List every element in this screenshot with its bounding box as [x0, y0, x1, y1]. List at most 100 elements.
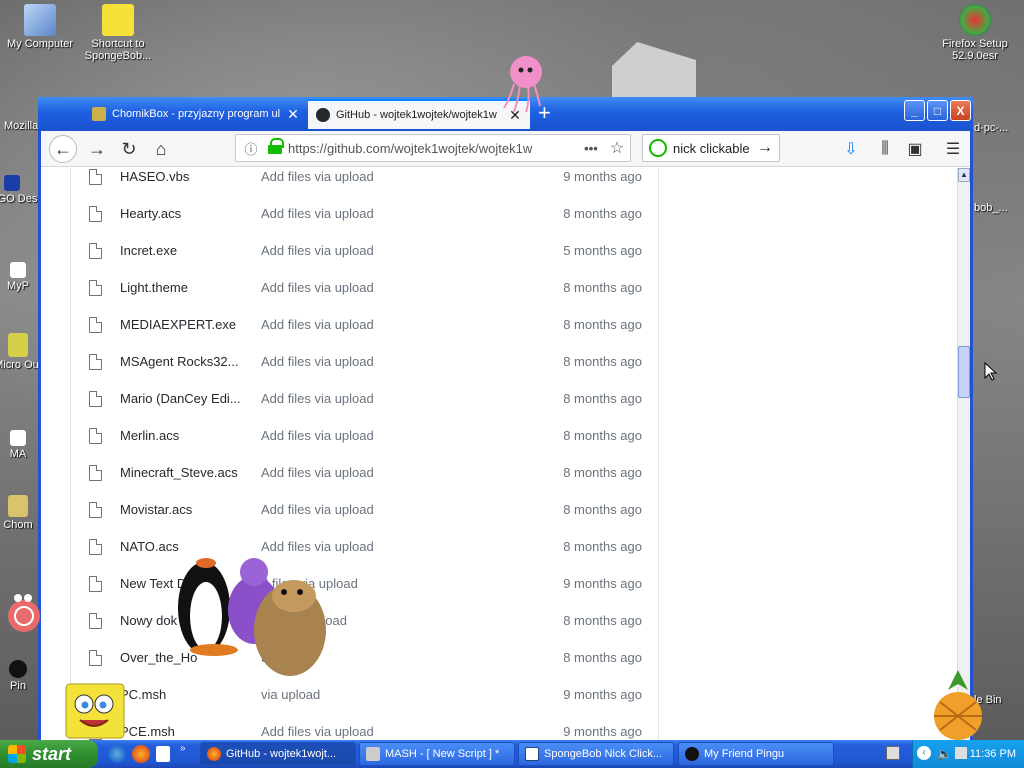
commit-age: 9 months ago [563, 576, 642, 591]
url-bar[interactable]: ⓘ https://github.com/wojtek1wojtek/wojte… [235, 134, 631, 162]
downloads-button[interactable]: ⇩ [837, 135, 865, 163]
maximize-button[interactable]: □ [927, 100, 948, 121]
quicklaunch-expand-icon[interactable]: » [180, 743, 186, 754]
sidebar-icon: ▣ [907, 141, 923, 158]
commit-message-link[interactable]: via upload [261, 687, 320, 702]
pineapple-house-icon[interactable] [930, 668, 986, 740]
search-text[interactable]: nick clickable [673, 141, 750, 156]
file-name-link[interactable]: Mario (DanCey Edi... [120, 391, 248, 406]
taskbar-button-mash[interactable]: MASH - [ New Script ] * [359, 742, 515, 766]
file-row[interactable]: PCE.msh Add files via upload 9 months ago [71, 713, 658, 740]
forward-button[interactable]: → [83, 135, 111, 163]
file-row[interactable]: PC.msh via upload 9 months ago [71, 676, 658, 713]
file-row[interactable]: HASEO.vbs Add files via upload 9 months ag… [71, 168, 658, 195]
desktop-icon-spongebob-shortcut[interactable]: Shortcut to SpongeBob... [78, 4, 158, 62]
file-row[interactable]: Over_the_Houpload8 months ago [71, 639, 658, 676]
sidebar-button[interactable]: ▣ [901, 135, 929, 163]
file-name-link[interactable]: PCE.msh [120, 724, 248, 739]
search-go-arrow-icon[interactable]: → [757, 139, 773, 157]
file-row[interactable]: Nowy dokfiles via upload8 months ago [71, 602, 658, 639]
search-engine-icon [649, 139, 667, 157]
close-button[interactable]: X [950, 100, 971, 121]
file-row[interactable]: MEDIAEXPERT.exe Add files via upload 8 mon… [71, 306, 658, 343]
scrollbar-thumb[interactable] [958, 346, 970, 398]
arrow-left-icon: ← [54, 138, 72, 159]
firefox-icon [207, 747, 221, 761]
file-row[interactable]: Incret.exe Add files via upload 5 months a… [71, 232, 658, 269]
commit-message-link[interactable]: Add files via upload [261, 391, 374, 406]
file-row[interactable]: New Text D... d files via upload 9 months … [71, 565, 658, 602]
file-icon [89, 168, 102, 185]
file-name-link[interactable]: PC.msh [120, 687, 248, 702]
tray-collapse-icon[interactable]: ‹ [917, 746, 931, 760]
commit-message-link[interactable]: Add files via upload [261, 724, 374, 739]
file-name-link[interactable]: MEDIAEXPERT.exe [120, 317, 248, 332]
back-button[interactable]: ← [49, 135, 77, 163]
jellyfish-agent[interactable] [496, 52, 548, 114]
tab-chomikbox[interactable]: ChomikBox - przyjazny program ul ✕ [84, 99, 308, 129]
home-button[interactable]: ⌂ [147, 135, 175, 163]
file-row[interactable]: NATO.acs Add files via upload 8 months ago [71, 528, 658, 565]
commit-message-link[interactable]: Add files via upload [261, 465, 374, 480]
commit-message-link[interactable]: Add files via upload [261, 206, 374, 221]
bookmark-star-icon[interactable]: ☆ [604, 138, 630, 158]
info-icon[interactable]: ⓘ [240, 139, 262, 158]
snail-agent[interactable] [4, 590, 44, 640]
scroll-up-arrow-icon[interactable]: ▲ [958, 168, 970, 182]
file-icon [89, 575, 102, 592]
ie-quicklaunch-icon[interactable] [108, 745, 126, 763]
commit-message-link[interactable]: Add files via upload [261, 317, 374, 332]
file-row[interactable]: MSAgent Rocks32... Add files via upload 8 … [71, 343, 658, 380]
library-button[interactable]: ⫼ [871, 135, 899, 163]
desktop-icon-my-computer[interactable]: My Computer [0, 4, 80, 50]
menu-button[interactable]: ☰ [939, 135, 967, 163]
keyboard-tray-icon[interactable] [886, 746, 900, 760]
tab-close-icon[interactable]: ✕ [286, 106, 300, 123]
chomik-favicon-icon [92, 107, 106, 121]
computer-icon [24, 4, 56, 36]
taskbar-button-github[interactable]: GitHub - wojtek1wojt... [200, 742, 356, 766]
taskbar-button-spongebob[interactable]: SpongeBob Nick Click... [518, 742, 674, 766]
commit-message-link[interactable]: Add files via upload [261, 502, 374, 517]
commit-message-link[interactable]: Add files via upload [261, 280, 374, 295]
commit-message-link[interactable]: Add files via upload [261, 428, 374, 443]
url-text[interactable]: https://github.com/wojtek1wojtek/wojtek1… [288, 141, 578, 156]
file-row[interactable]: Mario (DanCey Edi... Add files via upload… [71, 380, 658, 417]
arrow-right-icon: → [88, 138, 106, 159]
msagent-characters[interactable] [172, 536, 332, 686]
clock[interactable]: 11:36 PM [970, 748, 1016, 760]
volume-icon[interactable]: 🔈 [937, 747, 952, 761]
commit-message-link[interactable]: Add files via upload [261, 354, 374, 369]
commit-message-link[interactable]: Add files via upload [261, 169, 374, 184]
commit-age: 9 months ago [563, 169, 642, 184]
file-row[interactable]: Merlin.acs Add files via upload 8 months a… [71, 417, 658, 454]
document-quicklaunch-icon[interactable] [156, 746, 170, 762]
start-button[interactable]: start [0, 740, 98, 768]
taskbar-button-pingu[interactable]: My Friend Pingu [678, 742, 834, 766]
desktop-icon-firefox-setup[interactable]: Firefox Setup 52.9.0esr [935, 4, 1015, 62]
search-box[interactable]: nick clickable → [642, 134, 780, 162]
commit-message-link[interactable]: Add files via upload [261, 243, 374, 258]
spongebob-agent[interactable] [62, 682, 128, 740]
file-name-link[interactable]: Minecraft_Steve.acs [120, 465, 248, 480]
file-name-link[interactable]: Light.theme [120, 280, 248, 295]
file-name-link[interactable]: Movistar.acs [120, 502, 248, 517]
file-name-link[interactable]: Incret.exe [120, 243, 248, 258]
file-row[interactable]: Light.theme Add files via upload 8 months … [71, 269, 658, 306]
commit-age: 9 months ago [563, 687, 642, 702]
page-scrollbar[interactable]: ▲ [957, 168, 970, 740]
page-actions-button[interactable]: ••• [578, 141, 604, 156]
file-row[interactable]: Movistar.acs Add files via upload 8 months… [71, 491, 658, 528]
network-icon[interactable] [955, 747, 967, 759]
reload-button[interactable]: ↻ [115, 135, 143, 163]
file-row[interactable]: Minecraft_Steve.acs Add files via upload 8… [71, 454, 658, 491]
file-name-link[interactable]: MSAgent Rocks32... [120, 354, 248, 369]
firefox-quicklaunch-icon[interactable] [132, 745, 150, 763]
desktop-icon-lego[interactable]: LEGO Desi [0, 175, 42, 205]
file-name-link[interactable]: Hearty.acs [120, 206, 248, 221]
file-name-link[interactable]: HASEO.vbs [120, 169, 248, 184]
minimize-button[interactable]: _ [904, 100, 925, 121]
commit-age: 8 months ago [563, 428, 642, 443]
file-row[interactable]: Hearty.acs Add files via upload 8 months a… [71, 195, 658, 232]
file-name-link[interactable]: Merlin.acs [120, 428, 248, 443]
